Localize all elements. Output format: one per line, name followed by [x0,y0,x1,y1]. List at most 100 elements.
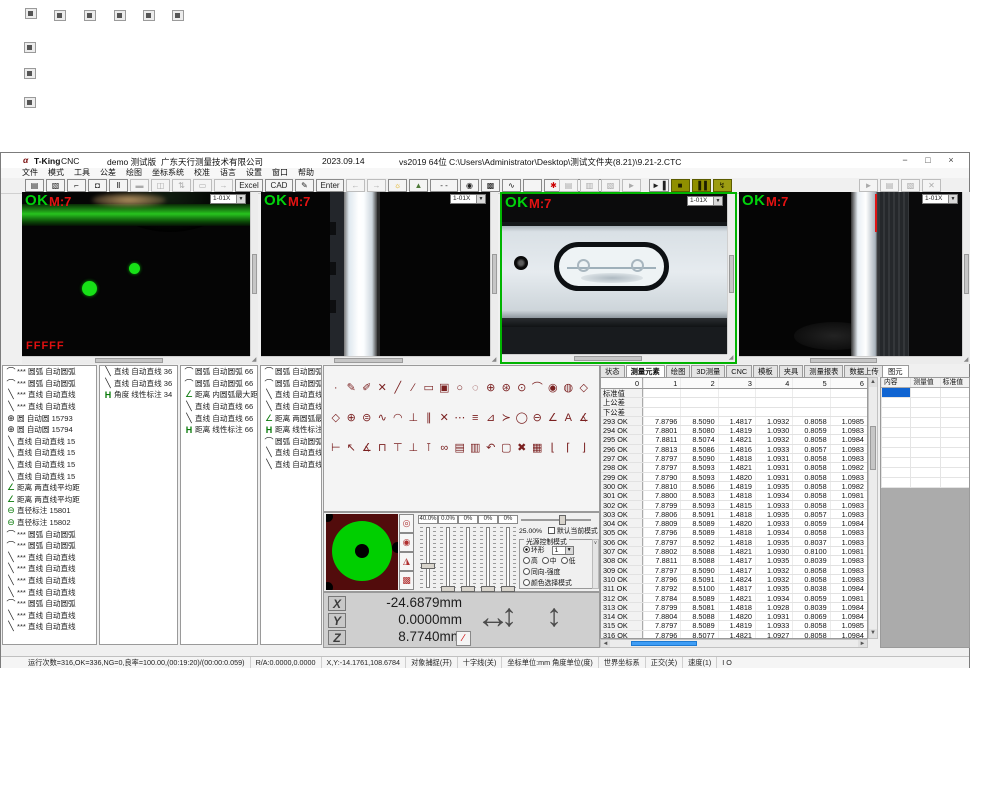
tool-icon[interactable]: ∡ [576,410,592,426]
menu-工具[interactable]: 工具 [69,168,95,178]
list-item[interactable]: ⌒圆弧 自动圆弧 66 [181,366,257,378]
camera-1-hscrollbar[interactable] [22,356,250,364]
tool-icon[interactable]: ∡ [359,440,375,456]
list-item[interactable]: ╲直线 自动直线 15 [3,470,96,482]
scroll-left-icon[interactable]: ◄ [601,640,610,647]
tool-icon[interactable]: ◍ [561,380,577,396]
tab-状态[interactable]: 状态 [600,365,625,377]
tool-icon[interactable]: ⌊ [545,440,561,456]
camera-4-zoom-select[interactable]: 1-01X▼ [922,194,958,204]
table-row[interactable]: 297 OK7.87978.50901.48181.09310.80581.09… [601,454,867,463]
camera-4-vscrollbar[interactable] [962,192,970,356]
camera-3-image[interactable] [502,194,727,354]
tool-icon[interactable]: ↶ [483,440,499,456]
element-tab[interactable]: 图元 [882,365,909,377]
list-item[interactable]: ╲直线 自动直线 55 [261,447,321,459]
element-row[interactable] [881,458,969,468]
save-2-button[interactable]: ▤ [880,179,899,192]
tool-icon[interactable]: ⊺ [421,440,437,456]
camera-2-resize-grip[interactable]: ◢ [490,356,498,364]
list-item[interactable]: H距离 线性标注 55 [261,424,321,436]
list-item[interactable]: ╲*** 直线 自动直线 [3,621,96,633]
list-item[interactable]: ╲直线 自动直线 55 [261,389,321,401]
table-row[interactable]: 313 OK7.87998.50811.48181.09280.80391.09… [601,603,867,612]
slider-thumb[interactable] [421,563,435,569]
tool-icon[interactable]: ✎ [344,380,360,396]
minimize-button[interactable]: − [895,154,915,166]
tool-icon[interactable]: ▤ [452,440,468,456]
tool-icon[interactable]: ⊥ [406,410,422,426]
table-row[interactable]: 293 OK7.87968.50901.48171.09320.80581.09… [601,417,867,426]
auto-focus-button[interactable]: ▲ [409,179,428,192]
stop-button[interactable]: ■ [671,179,690,192]
list-item[interactable]: ╲直线 自动直线 15 [3,447,96,459]
tool-icon[interactable]: ✖ [514,440,530,456]
camera-4-resize-grip[interactable]: ◢ [962,356,970,364]
default-mode-checkbox[interactable] [548,527,555,534]
pause-button[interactable]: ▐▐ [692,179,711,192]
element-row[interactable] [881,478,969,488]
list-item[interactable]: ╲直线 自动直线 66 [181,401,257,413]
tool-icon[interactable]: ≻ [499,410,515,426]
list-item[interactable]: ∠距离 两直线平均距 [3,494,96,506]
table-row[interactable]: 308 OK7.88118.50881.48171.09350.80391.09… [601,556,867,565]
tool-icon[interactable]: ◇ [328,410,344,426]
step-forward-button[interactable]: → [367,179,386,192]
tab-测量报表[interactable]: 测量报表 [804,365,843,377]
tool-icon[interactable]: ∞ [437,440,453,456]
tool-icon[interactable]: ⊿ [483,410,499,426]
camera-3-vscrollbar[interactable] [727,194,735,354]
menu-文件[interactable]: 文件 [17,168,43,178]
camera-panel-2[interactable]: OK M:7 1-01X▼ ◢ [261,192,498,364]
slider-track[interactable] [446,527,450,588]
jog-xy-vertical-icon[interactable]: ↕ [501,597,517,634]
status-wcs[interactable]: 世界坐标系 [598,657,645,668]
list-item[interactable]: ⌒*** 圆弧 自动圆弧 [3,528,96,540]
camera-3-resize-grip[interactable]: ◢ [727,354,735,362]
list-item[interactable]: ⌒圆弧 自动圆弧 66 [181,378,257,390]
desktop-icon[interactable] [25,8,37,19]
scroll-right-icon[interactable]: ► [858,640,867,647]
tool-icon[interactable]: ◠ [390,410,406,426]
tool-icon[interactable]: ○ [452,380,468,396]
element-row[interactable] [881,388,969,398]
table-fixed-row[interactable]: 上公差 [601,398,867,407]
desktop-icon[interactable] [172,10,184,21]
camera-panel-3-active[interactable]: OK M:7 1-01X▼ ◢ [500,192,737,364]
radio-高[interactable] [523,557,530,564]
tool-icon[interactable]: ✐ [359,380,375,396]
desktop-icon[interactable] [24,42,36,53]
tool-icon[interactable]: ◇ [576,380,592,396]
list-item[interactable]: ╲*** 直线 自动直线 [3,575,96,587]
enter-button[interactable]: Enter [316,179,344,192]
table-row[interactable]: 311 OK7.87928.51001.48171.09350.80381.09… [601,584,867,593]
tool-icon[interactable]: ∠ [545,410,561,426]
table-fixed-row[interactable]: 下公差 [601,408,867,417]
tool-icon[interactable]: ⌈ [561,440,577,456]
table-row[interactable]: 301 OK7.88008.50831.48181.09340.80581.09… [601,491,867,500]
master-brightness-slider[interactable] [521,519,591,521]
run-fast-button[interactable]: ↯ [713,179,732,192]
step-back-button[interactable]: ← [346,179,365,192]
curve-button[interactable]: ∿ [502,179,521,192]
list-item[interactable]: ∠距离 内圆弧最大距 [181,389,257,401]
tool-icon[interactable]: ∿ [375,410,391,426]
split-view-button[interactable]: ◫ [151,179,170,192]
status-object-snap[interactable]: 对象捕捉(开) [405,657,457,668]
tab-CNC[interactable]: CNC [726,365,752,377]
tool-icon[interactable]: ⊜ [359,410,375,426]
status-crosshair[interactable]: 十字线(关) [457,657,502,668]
menu-公差[interactable]: 公差 [95,168,121,178]
camera-1-vscrollbar[interactable] [250,192,258,356]
status-io[interactable]: I O [716,657,737,668]
list-item[interactable]: ╲*** 直线 自动直线 [3,563,96,575]
menu-绘图[interactable]: 绘图 [121,168,147,178]
list-item[interactable]: ⊖直径标注 15801 [3,505,96,517]
tab-数据上传[interactable]: 数据上传 [844,365,883,377]
save-result-button[interactable]: ▤ [559,179,578,192]
list-item[interactable]: ╲直线 自动直线 55 [261,459,321,471]
table-row[interactable]: 302 OK7.87998.50931.48151.09330.80581.09… [601,501,867,510]
tool-icon[interactable]: ⊖ [530,410,546,426]
tab-绘图[interactable]: 绘图 [666,365,691,377]
open-folder-button[interactable]: ▧ [601,179,620,192]
